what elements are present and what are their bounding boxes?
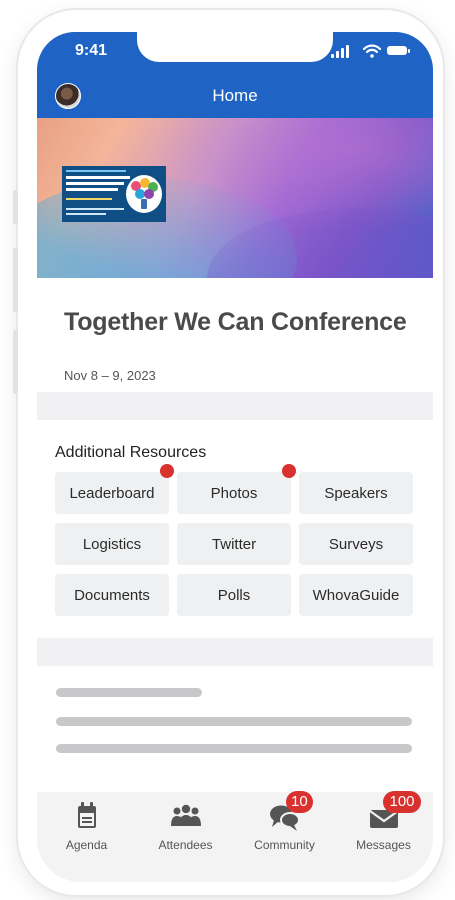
resource-button-label: WhovaGuide (312, 586, 400, 604)
event-logo-image (62, 166, 166, 222)
resource-button-photos[interactable]: Photos (177, 472, 291, 514)
event-dates: Nov 8 – 9, 2023 (64, 368, 156, 383)
app-header: 9:41 Home (37, 32, 433, 118)
page-title: Home (212, 86, 258, 105)
additional-resources-card: Additional Resources Leaderboard Photos … (37, 420, 433, 638)
notification-dot (282, 464, 296, 478)
resource-button-surveys[interactable]: Surveys (299, 523, 413, 565)
event-banner (37, 118, 433, 348)
event-info-card: Together We Can Conference Nov 8 – 9, 20… (37, 278, 433, 392)
people-icon (171, 804, 201, 826)
calendar-icon (78, 802, 96, 828)
resource-button-speakers[interactable]: Speakers (299, 472, 413, 514)
phone-side-button (13, 248, 18, 312)
bottom-tab-bar: Agenda Attendees 10 Community 100 Messag… (37, 791, 433, 882)
app-screen: 9:41 Home Together We Can Conference Nov… (37, 32, 433, 882)
resource-button-polls[interactable]: Polls (177, 574, 291, 616)
tab-messages[interactable]: 100 Messages (334, 791, 433, 864)
device-notch (137, 32, 333, 62)
battery-icon (387, 46, 410, 55)
signal-icon (331, 44, 351, 58)
tab-agenda[interactable]: Agenda (37, 792, 136, 864)
notification-badge: 100 (383, 791, 421, 813)
resource-button-documents[interactable]: Documents (55, 574, 169, 616)
resource-button-whovaguide[interactable]: WhovaGuide (299, 574, 413, 616)
resource-button-label: Twitter (211, 535, 257, 553)
resource-button-label: Speakers (324, 484, 388, 502)
tab-attendees[interactable]: Attendees (136, 792, 235, 864)
tab-label: Agenda (65, 838, 108, 852)
resource-button-label: Surveys (328, 535, 384, 553)
resource-button-label: Leaderboard (69, 484, 155, 502)
tab-label: Community (254, 838, 315, 852)
resources-title: Additional Resources (55, 444, 207, 461)
loading-placeholder-card (37, 666, 433, 792)
resource-button-leaderboard[interactable]: Leaderboard (55, 472, 169, 514)
tab-community[interactable]: 10 Community (235, 791, 334, 864)
resource-button-label: Photos (210, 484, 258, 502)
skeleton-line (56, 717, 412, 726)
tab-label: Attendees (158, 838, 213, 852)
resource-button-logistics[interactable]: Logistics (55, 523, 169, 565)
resource-button-twitter[interactable]: Twitter (177, 523, 291, 565)
tree-logo-icon (126, 175, 162, 213)
phone-side-button (13, 190, 18, 224)
status-time: 9:41 (75, 42, 108, 59)
wifi-icon (363, 44, 381, 58)
resource-button-label: Polls (217, 586, 251, 604)
resource-button-label: Documents (74, 586, 150, 604)
tab-label: Messages (356, 838, 411, 852)
notification-dot (160, 464, 174, 478)
skeleton-line (56, 744, 412, 753)
resource-button-label: Logistics (82, 535, 142, 553)
phone-side-button (13, 330, 18, 394)
skeleton-line (56, 688, 202, 697)
event-name: Together We Can Conference (64, 308, 407, 336)
status-icons (331, 44, 411, 60)
notification-badge: 10 (286, 791, 313, 813)
